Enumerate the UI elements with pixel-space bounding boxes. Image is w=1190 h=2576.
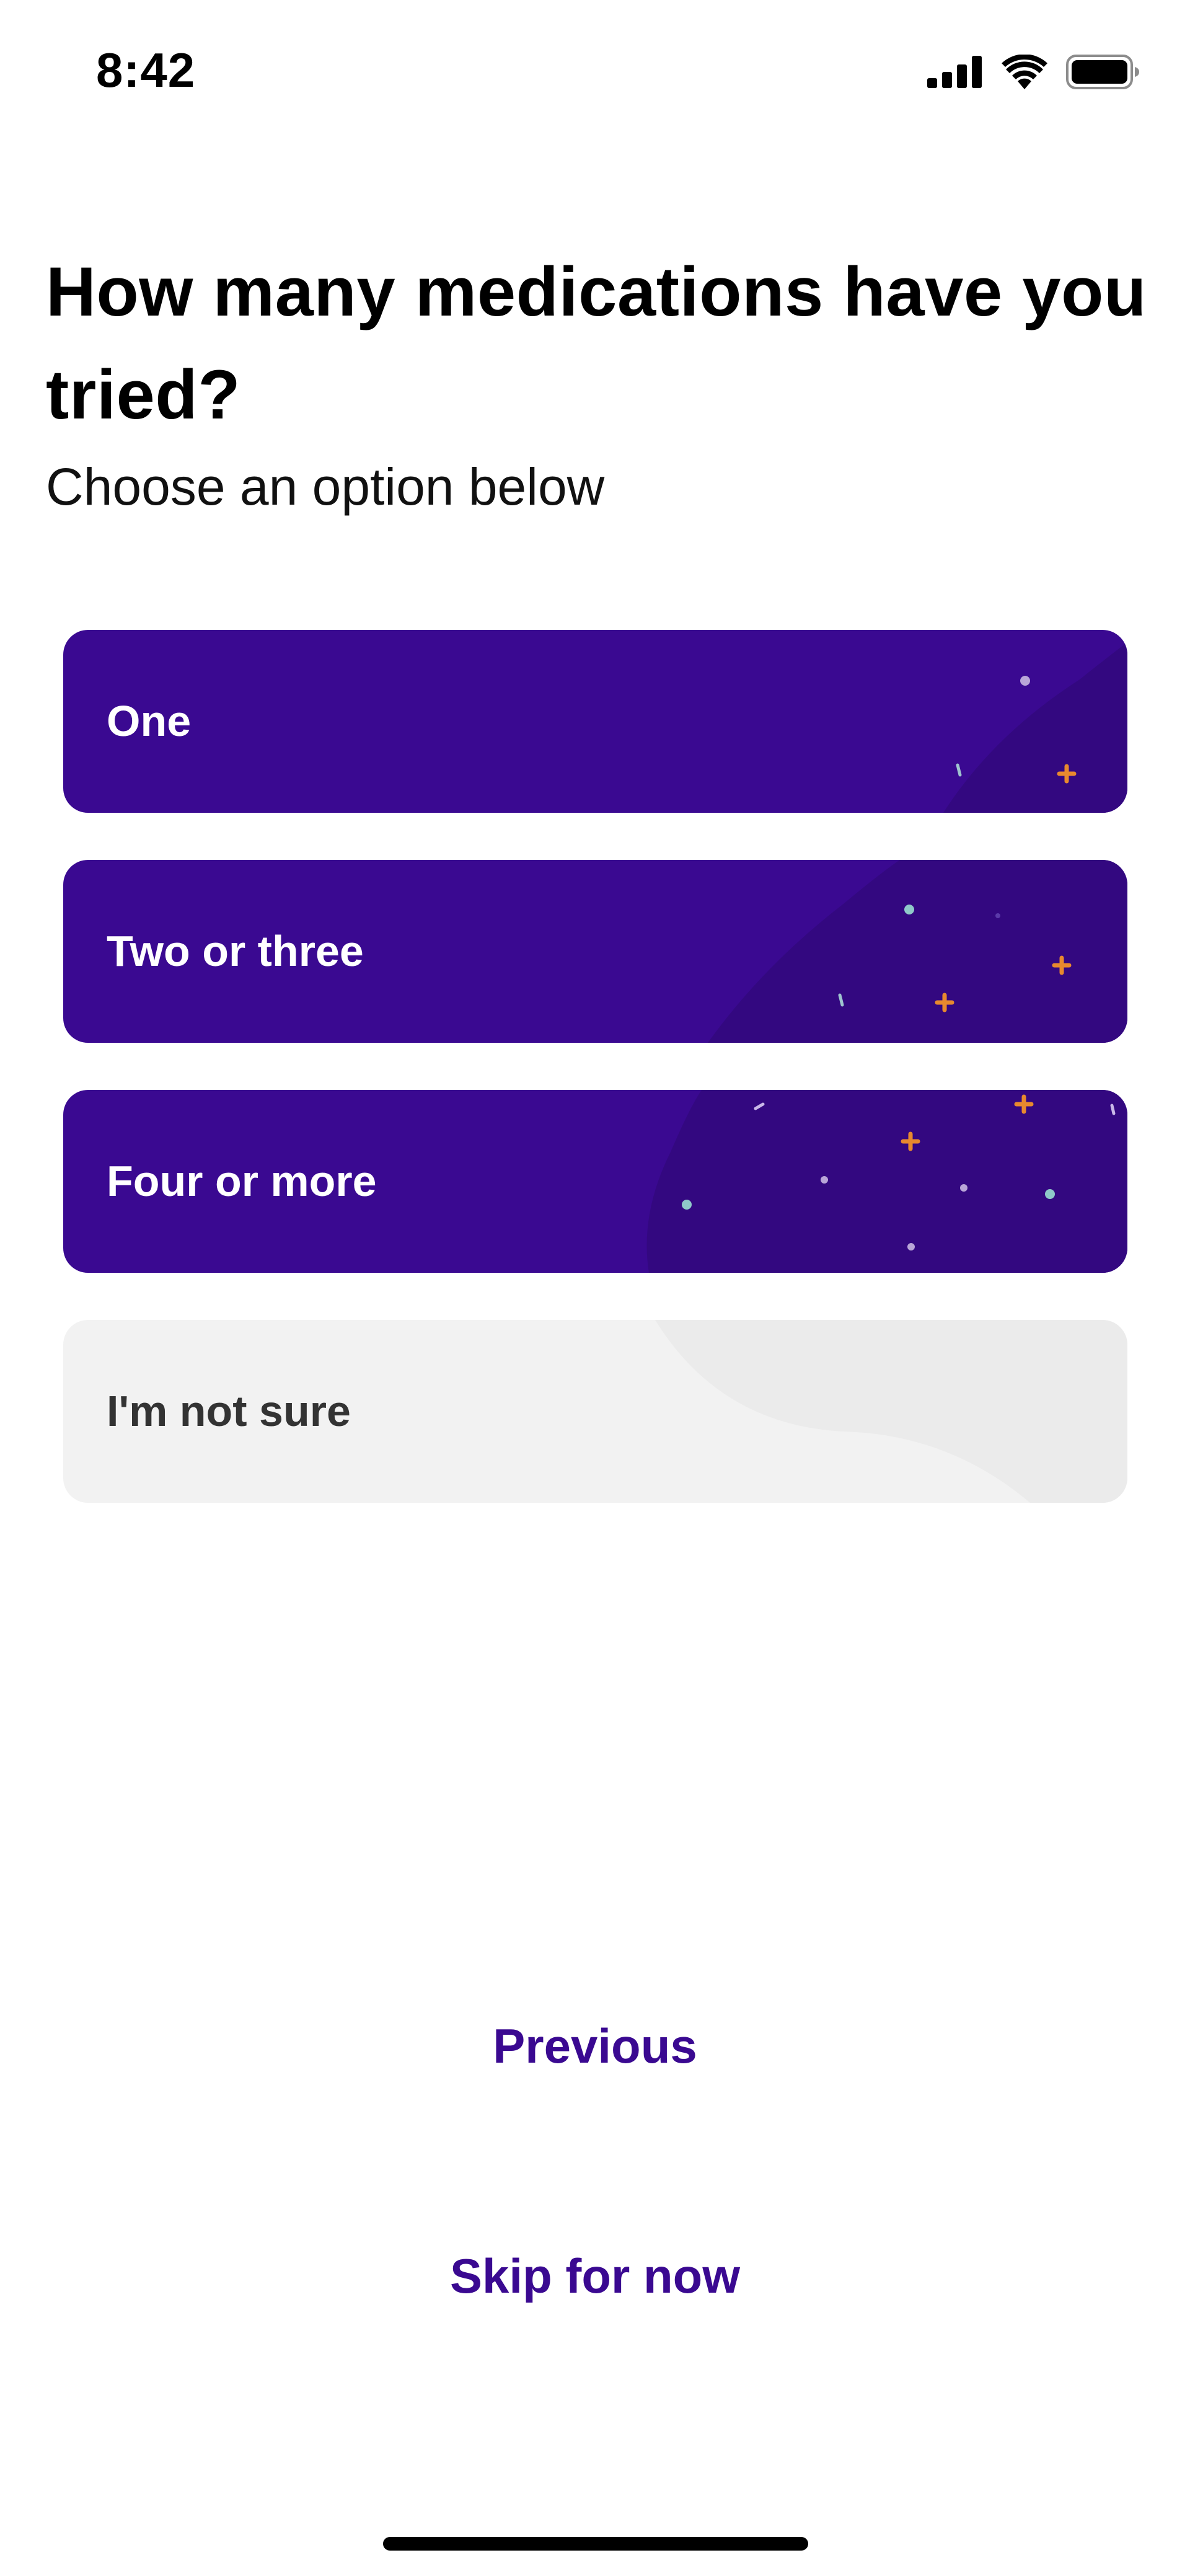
wifi-icon: [1002, 55, 1047, 89]
home-indicator[interactable]: [383, 2537, 808, 2551]
confetti-decoration: [943, 642, 1127, 813]
question-title: How many medications have you tried?: [46, 253, 1147, 433]
option-not-sure[interactable]: I'm not sure: [63, 1320, 1127, 1503]
option-label: I'm not sure: [107, 1387, 351, 1435]
skip-for-now-button[interactable]: Skip for now: [0, 2248, 1190, 2304]
option-list: One Two or three Four or more I'm not su…: [63, 630, 1127, 1550]
option-label: One: [107, 697, 192, 745]
battery-icon: [1066, 55, 1140, 89]
status-time: 8:42: [96, 43, 196, 97]
previous-button[interactable]: Previous: [0, 2018, 1190, 2074]
status-icons: [927, 55, 1140, 89]
option-one[interactable]: One: [63, 630, 1127, 813]
cellular-signal-icon: [927, 56, 983, 88]
question-header: How many medications have you tried? Cho…: [46, 241, 1149, 527]
question-subtitle: Choose an option below: [46, 458, 605, 516]
option-label: Four or more: [107, 1157, 377, 1205]
option-label: Two or three: [107, 927, 364, 975]
status-bar: 8:42: [0, 0, 1190, 143]
option-four-or-more[interactable]: Four or more: [63, 1090, 1127, 1273]
option-two-or-three[interactable]: Two or three: [63, 860, 1127, 1043]
